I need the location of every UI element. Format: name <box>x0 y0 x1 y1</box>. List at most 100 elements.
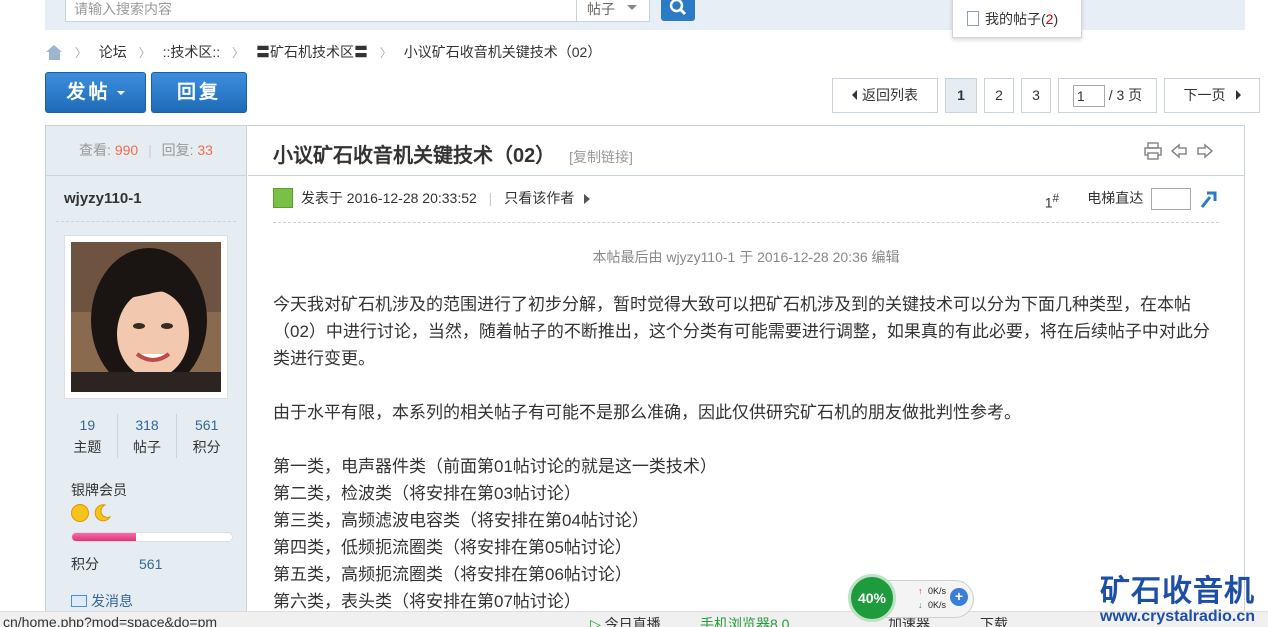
floor-mark: # <box>1052 192 1059 205</box>
send-message-link[interactable]: 发消息 <box>71 591 133 611</box>
next-thread-icon[interactable] <box>1196 142 1214 160</box>
search-input[interactable]: 请输入搜索内容 <box>65 0 577 22</box>
post-title: 小议矿石收音机关键技术（02） <box>273 145 556 167</box>
back-to-list-label: 返回列表 <box>862 87 918 103</box>
author-only-link[interactable]: 只看该作者 <box>504 190 574 206</box>
network-speed-widget[interactable]: 40% ↑ 0K/s ↓ 0K/s + <box>848 574 976 624</box>
thread-stats: 查看: 990 | 回复: 33 <box>46 126 246 176</box>
new-post-button[interactable]: 发帖 <box>45 72 146 113</box>
watermark-title: 矿石收音机 <box>1100 575 1255 608</box>
reply-button[interactable]: 回复 <box>151 72 247 113</box>
post-content: 今天我对矿石机涉及的范围进行了初步分解，暂时觉得大致可以把矿石机涉及到的关键技术… <box>273 291 1223 615</box>
my-posts-label: 我的帖子( <box>985 11 1046 27</box>
category-line: 第五类，高频扼流圈类（将安排在第06帖讨论） <box>273 565 632 584</box>
online-status-icon <box>273 188 293 208</box>
plus-icon[interactable]: + <box>950 588 968 606</box>
download-label: 下载 <box>980 616 1008 627</box>
page-link-3[interactable]: 3 <box>1021 78 1051 113</box>
author-sidebar: 查看: 990 | 回复: 33 wjyzy110-1 19 主题 318 帖子… <box>46 126 247 627</box>
breadcrumb-separator: 〉 <box>138 45 151 60</box>
page: 请输入搜索内容 帖子 我的帖子(2) 〉 论坛 〉 ::技术区:: 〉 〓矿石机… <box>0 0 1268 627</box>
author-score-value: 561 <box>195 417 219 433</box>
author-score-label: 积分 <box>192 439 221 455</box>
breadcrumb-current-thread[interactable]: 小议矿石收音机关键技术（02） <box>404 44 602 60</box>
breadcrumb-crystal-radio-board[interactable]: 〓矿石机技术区〓 <box>256 44 368 60</box>
watermark-site: www.crystalradio.cn <box>1100 608 1256 625</box>
back-to-list-button[interactable]: 返回列表 <box>832 78 938 113</box>
status-url: cn/home.php?mod=space&do=pm <box>3 614 218 627</box>
elevator-label: 电梯直达 <box>1087 190 1144 206</box>
document-icon <box>967 11 979 26</box>
elevator-go-icon[interactable] <box>1199 189 1219 209</box>
post-title-row: 小议矿石收音机关键技术（02） [复制链接] <box>248 126 1244 176</box>
my-posts-link[interactable]: 我的帖子(2) <box>952 0 1082 38</box>
page-jump-input[interactable]: 1 <box>1072 85 1105 108</box>
browser-status-bar: cn/home.php?mod=space&do=pm ▷ 今日直播 手机浏览器… <box>0 611 1268 627</box>
views-label: 查看: <box>79 142 111 158</box>
play-arrow-icon <box>584 194 591 204</box>
views-count: 990 <box>114 142 139 158</box>
rank-progress-bar <box>71 532 233 542</box>
rank-progress-fill <box>72 533 136 541</box>
memory-percent: 40% <box>848 574 896 622</box>
new-post-label: 发帖 <box>66 82 111 103</box>
mobile-browser-link[interactable]: 手机浏览器8.0 <box>700 614 789 627</box>
author-posts-label: 帖子 <box>133 439 161 455</box>
upload-arrow-icon: ↑ <box>918 586 923 596</box>
moon-icon <box>93 504 112 522</box>
live-link[interactable]: ▷ 今日直播 <box>590 614 661 627</box>
mobile-browser-label: 手机浏览器8.0 <box>700 616 790 627</box>
reply-label: 回复 <box>176 82 221 103</box>
site-watermark: 矿石收音机 www.crystalradio.cn <box>1100 566 1255 626</box>
replies-label: 回复: <box>161 142 194 158</box>
post-tools <box>1144 142 1214 160</box>
category-line: 第四类，低频扼流圈类（将安排在第05帖讨论） <box>273 538 632 557</box>
arrow-left-icon <box>852 90 857 100</box>
score-value: 561 <box>139 556 163 572</box>
previous-thread-icon[interactable] <box>1170 142 1188 160</box>
breadcrumb: 〉 论坛 〉 ::技术区:: 〉 〓矿石机技术区〓 〉 小议矿石收音机关键技术（… <box>46 42 601 62</box>
author-threads[interactable]: 19 主题 <box>58 414 118 458</box>
author-rank[interactable]: 银牌会员 <box>71 480 127 500</box>
page-link-2[interactable]: 2 <box>984 78 1014 113</box>
mail-icon <box>71 595 87 607</box>
avatar[interactable] <box>64 235 228 399</box>
category-line: 第三类，高频滤波电容类（将安排在第04帖讨论） <box>273 511 649 530</box>
avatar-image <box>71 242 221 392</box>
next-page-button[interactable]: 下一页 <box>1164 78 1260 113</box>
chevron-down-icon <box>627 5 637 10</box>
live-label: 今日直播 <box>604 616 661 627</box>
elevator: 电梯直达 <box>1087 188 1219 211</box>
breadcrumb-separator: 〉 <box>232 45 245 60</box>
page-link-1[interactable]: 1 <box>945 78 977 113</box>
floor-number: 1# <box>1045 192 1059 211</box>
author-posts-value: 318 <box>135 417 159 433</box>
download-link[interactable]: 下载 <box>980 614 1008 627</box>
copy-link-button[interactable]: [复制链接] <box>569 149 633 165</box>
author-score[interactable]: 561 积分 <box>177 414 236 458</box>
pagination: 返回列表 1 2 3 1 / 3 页 下一页 <box>832 78 1260 113</box>
replies-count: 33 <box>197 142 213 158</box>
breadcrumb-tech-zone[interactable]: ::技术区:: <box>163 44 221 60</box>
author-posts[interactable]: 318 帖子 <box>118 414 178 458</box>
print-icon[interactable] <box>1144 142 1162 160</box>
edit-note: 本帖最后由 wjyzy110-1 于 2016-12-28 20:36 编辑 <box>592 249 900 265</box>
search-scope-select[interactable]: 帖子 <box>576 0 650 22</box>
author-counts: 19 主题 318 帖子 561 积分 <box>58 414 236 458</box>
page-jump: 1 / 3 页 <box>1058 78 1157 113</box>
search-button[interactable] <box>661 0 695 21</box>
post-container: 查看: 990 | 回复: 33 wjyzy110-1 19 主题 318 帖子… <box>45 125 1245 627</box>
post-paragraph: 由于水平有限，本系列的相关帖子有可能不是那么准确，因此仅供研究矿石机的朋友做批判… <box>273 403 1021 422</box>
author-name[interactable]: wjyzy110-1 <box>56 176 236 222</box>
author-threads-value: 19 <box>79 417 96 433</box>
download-speed: 0K/s <box>928 600 947 610</box>
page-total: / 3 页 <box>1108 87 1143 103</box>
elevator-input[interactable] <box>1151 188 1192 211</box>
upload-speed: 0K/s <box>928 586 947 596</box>
breadcrumb-separator: 〉 <box>74 45 87 60</box>
download-arrow-icon: ↓ <box>918 600 923 610</box>
post-body: 小议矿石收音机关键技术（02） [复制链接] 发表于 2016-12-28 20… <box>248 126 1244 627</box>
home-icon[interactable] <box>46 44 63 60</box>
floor-value: 1 <box>1044 194 1053 211</box>
breadcrumb-forum[interactable]: 论坛 <box>99 44 127 60</box>
